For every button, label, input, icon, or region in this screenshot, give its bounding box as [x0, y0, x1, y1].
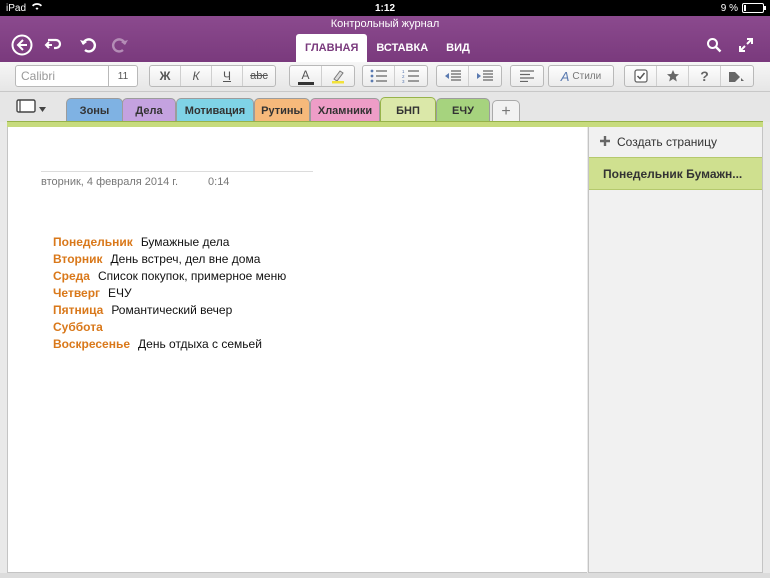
underline-button[interactable]: Ч [212, 66, 243, 86]
day-row: Вторник День встреч, дел вне дома [53, 251, 286, 268]
battery-icon [742, 3, 766, 13]
numbered-list-icon[interactable]: 123 [395, 66, 427, 86]
styles-label: Стили [572, 70, 602, 82]
day-name: Суббота [53, 320, 103, 334]
tab-insert[interactable]: ВСТАВКА [367, 34, 437, 62]
search-icon[interactable] [702, 33, 726, 57]
page-item-monday[interactable]: Понедельник Бумажн... [589, 157, 762, 190]
day-name: Пятница [53, 303, 104, 317]
align-group [510, 65, 544, 87]
day-task: Романтический вечер [111, 303, 233, 317]
device-label: iPad [6, 2, 27, 14]
bullet-list-icon[interactable] [363, 66, 395, 86]
day-name: Воскресенье [53, 337, 131, 351]
day-task: День отдыха с семьей [138, 337, 262, 351]
styles-group: A Стили [548, 65, 614, 87]
day-row: Понедельник Бумажные дела [53, 234, 286, 251]
note-canvas[interactable]: вторник, 4 февраля 2014 г. 0:14 Понедель… [7, 127, 587, 573]
notebook-title: Контрольный журнал [330, 18, 440, 30]
battery-percent: 9 % [720, 2, 738, 14]
onenote-app: iPad 1:12 9 % Контрольный журнал ГЛАВНАЯ… [0, 0, 770, 578]
ribbon-toolbar: Calibri 11 Ж К Ч abc A 123 A Стили ? [0, 62, 770, 92]
styles-button[interactable]: A Стили [549, 66, 613, 86]
svg-text:3: 3 [402, 79, 405, 83]
app-header: Контрольный журнал ГЛАВНАЯ ВСТАВКА ВИД [0, 16, 770, 62]
create-page-label: Создать страницу [617, 135, 717, 149]
font-name-field[interactable]: Calibri [15, 65, 109, 87]
notebook-switcher[interactable] [16, 98, 50, 118]
tab-view[interactable]: ВИД [437, 34, 479, 62]
redo-icon[interactable] [108, 33, 132, 57]
outdent-icon[interactable] [437, 66, 469, 86]
font-size-field[interactable]: 11 [108, 65, 138, 87]
bottom-edge [0, 573, 770, 578]
indent-group [436, 65, 502, 87]
tags-group: ? [624, 65, 754, 87]
create-page-button[interactable]: Создать страницу [589, 127, 762, 157]
day-name: Вторник [53, 252, 103, 266]
more-tags-icon[interactable] [721, 66, 753, 86]
day-list[interactable]: Понедельник Бумажные дела Вторник День вст… [53, 234, 286, 353]
day-task: ЕЧУ [108, 286, 132, 300]
font-color-label: A [301, 67, 310, 82]
font-color-button[interactable]: A [290, 66, 322, 86]
section-tab-motivation[interactable]: Мотивация [176, 98, 254, 122]
font-color-swatch [297, 81, 314, 85]
wifi-icon [31, 2, 43, 14]
day-row: Среда Список покупок, примерное меню [53, 268, 286, 285]
day-row: Воскресенье День отдыха с семьей [53, 336, 286, 353]
fullscreen-icon[interactable] [734, 33, 758, 57]
add-section-button[interactable]: + [492, 100, 520, 122]
day-task: День встреч, дел вне дома [110, 252, 261, 266]
strikethrough-button[interactable]: abc [243, 66, 275, 86]
day-task: Список покупок, примерное меню [97, 269, 287, 283]
question-tag-button[interactable]: ? [689, 66, 721, 86]
day-task: Бумажные дела [140, 235, 230, 249]
section-tabs-bar: Зоны Дела Мотивация Рутины Хламники БНП … [0, 92, 770, 123]
notebook-icon [16, 98, 36, 118]
day-row: Четверг ЕЧУ [53, 285, 286, 302]
back-circle-icon[interactable] [10, 33, 34, 57]
checkbox-tag-icon[interactable] [625, 66, 657, 86]
color-group: A [289, 65, 355, 87]
day-row: Пятница Романтический вечер [53, 302, 286, 319]
status-time: 1:12 [374, 2, 395, 14]
ribbon-tabs: ГЛАВНАЯ ВСТАВКА ВИД [296, 34, 479, 62]
page-date-line: вторник, 4 февраля 2014 г. 0:14 [41, 171, 313, 188]
indent-icon[interactable] [469, 66, 501, 86]
highlighter-icon[interactable] [322, 66, 354, 86]
align-left-icon[interactable] [511, 66, 543, 86]
page-list-panel: Создать страницу Понедельник Бумажн... [588, 127, 763, 573]
day-name: Понедельник [53, 235, 133, 249]
bold-button[interactable]: Ж [150, 66, 181, 86]
star-tag-icon[interactable] [657, 66, 689, 86]
day-name: Четверг [53, 286, 101, 300]
section-tab-tasks[interactable]: Дела [122, 98, 176, 122]
day-row: Суббота [53, 319, 286, 336]
styles-icon: A [560, 68, 570, 84]
plus-icon [599, 135, 611, 150]
status-bar: iPad 1:12 9 % [0, 0, 770, 16]
undo-icon[interactable] [76, 33, 100, 57]
sync-icon[interactable] [42, 33, 66, 57]
section-tab-zones[interactable]: Зоны [66, 98, 123, 122]
section-tab-bnp[interactable]: БНП [380, 97, 436, 123]
tab-home[interactable]: ГЛАВНАЯ [296, 34, 368, 62]
italic-button[interactable]: К [181, 66, 212, 86]
section-tab-hotspots[interactable]: Хламники [310, 98, 380, 122]
section-tab-echu[interactable]: ЕЧУ [436, 98, 490, 122]
dropdown-arrow-icon [39, 99, 46, 117]
section-tab-routines[interactable]: Рутины [254, 98, 310, 122]
text-format-group: Ж К Ч abc [149, 65, 276, 87]
page-date: вторник, 4 февраля 2014 г. [41, 176, 179, 188]
page-time: 0:14 [208, 176, 230, 188]
day-name: Среда [53, 269, 90, 283]
list-group: 123 [362, 65, 428, 87]
